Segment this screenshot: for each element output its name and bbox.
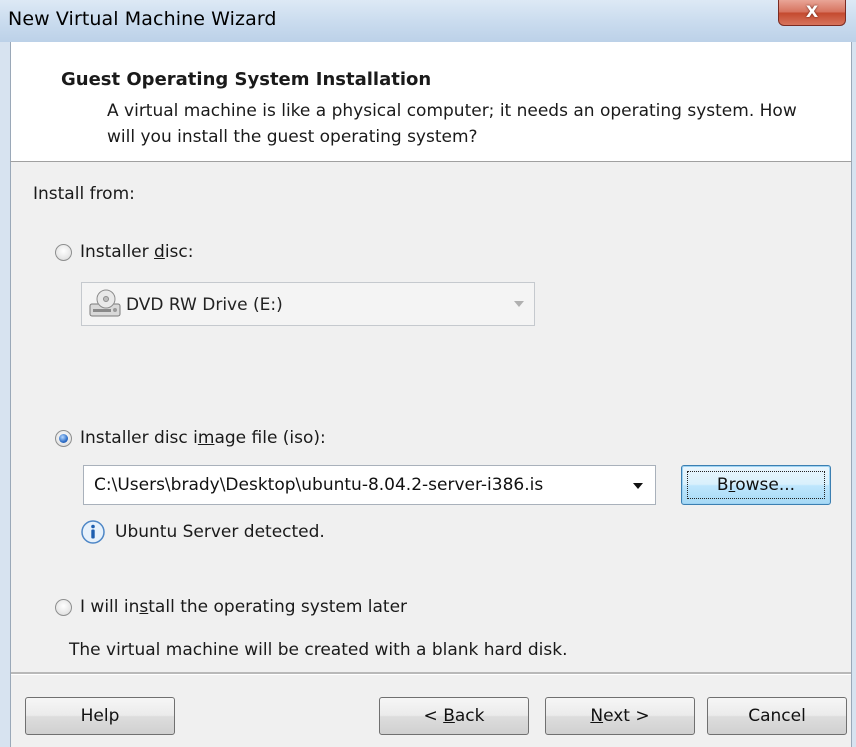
installer-disc-radio[interactable] <box>55 243 72 261</box>
dvd-drive-icon <box>89 289 121 317</box>
chevron-down-icon <box>514 301 524 307</box>
window-title: New Virtual Machine Wizard <box>8 8 277 30</box>
footer-divider <box>11 672 851 675</box>
page-description: A virtual machine is like a physical com… <box>107 101 797 147</box>
iso-label: Installer disc image file (iso): <box>80 428 326 448</box>
iso-radio[interactable] <box>55 429 72 447</box>
iso-option[interactable]: Installer disc image file (iso): <box>55 428 326 448</box>
install-from-label: Install from: <box>33 184 135 204</box>
install-later-option[interactable]: I will install the operating system late… <box>55 597 407 617</box>
wizard-header: Guest Operating System Installation A vi… <box>10 42 852 162</box>
wizard-window: New Virtual Machine Wizard X Guest Opera… <box>0 0 856 747</box>
iso-path-value: C:\Users\brady\Desktop\ubuntu-8.04.2-ser… <box>94 475 544 495</box>
close-button[interactable]: X <box>778 0 846 26</box>
browse-label: Browse... <box>716 475 796 495</box>
browse-button[interactable]: Browse... <box>681 465 831 505</box>
cancel-button[interactable]: Cancel <box>707 697 847 735</box>
install-later-radio[interactable] <box>55 598 72 616</box>
disc-drive-value: DVD RW Drive (E:) <box>126 295 283 315</box>
installer-disc-option[interactable]: Installer disc: <box>55 242 193 262</box>
help-button[interactable]: Help <box>25 697 175 735</box>
page-title: Guest Operating System Installation <box>61 69 432 90</box>
wizard-body: Install from: Installer disc: DVD RW Dri… <box>10 162 852 672</box>
back-button[interactable]: < Back <box>379 697 529 735</box>
detection-status: Ubuntu Server detected. <box>81 520 325 544</box>
installer-disc-label: Installer disc: <box>80 242 194 262</box>
info-icon <box>81 520 105 544</box>
install-later-label: I will install the operating system late… <box>80 597 408 617</box>
wizard-footer: Help < Back Next > Cancel <box>10 672 852 747</box>
close-icon: X <box>805 2 819 21</box>
next-button[interactable]: Next > <box>545 697 695 735</box>
disc-drive-select[interactable]: DVD RW Drive (E:) <box>81 282 535 326</box>
blank-disk-note: The virtual machine will be created with… <box>69 640 568 660</box>
title-bar[interactable]: New Virtual Machine Wizard X <box>0 0 856 42</box>
iso-path-input[interactable]: C:\Users\brady\Desktop\ubuntu-8.04.2-ser… <box>83 465 656 505</box>
chevron-down-icon[interactable] <box>633 483 643 489</box>
detection-text: Ubuntu Server detected. <box>115 522 325 542</box>
